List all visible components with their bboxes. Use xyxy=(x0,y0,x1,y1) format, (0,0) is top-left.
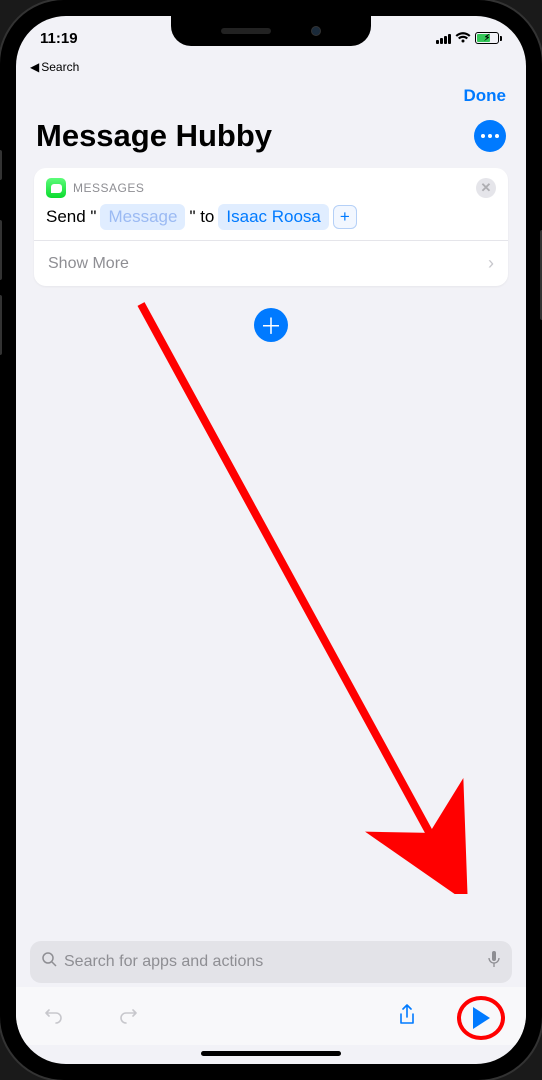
chevron-right-icon: › xyxy=(488,253,494,274)
bottom-toolbar xyxy=(16,987,526,1045)
annotation-highlight-circle xyxy=(457,996,505,1040)
annotation-arrow xyxy=(121,294,501,894)
wifi-icon xyxy=(455,32,471,44)
plus-icon: ＋ xyxy=(260,309,282,341)
remove-action-button[interactable]: ✕ xyxy=(476,178,496,198)
back-label: Search xyxy=(41,60,79,74)
ellipsis-icon xyxy=(481,134,499,138)
search-actions-input[interactable]: Search for apps and actions xyxy=(30,941,512,983)
share-button[interactable] xyxy=(398,1004,416,1032)
home-indicator[interactable] xyxy=(201,1051,341,1056)
undo-button[interactable] xyxy=(42,1005,64,1031)
send-message-action-card: MESSAGES ✕ Send " Message " to Isaac Roo… xyxy=(34,168,508,286)
add-action-button[interactable]: ＋ xyxy=(254,308,288,342)
add-recipient-button[interactable]: + xyxy=(333,205,357,229)
status-time: 11:19 xyxy=(40,30,78,47)
status-indicators: ⚡︎ xyxy=(436,32,502,44)
back-to-search[interactable]: ◀ Search xyxy=(16,60,526,74)
show-more-row[interactable]: Show More › xyxy=(34,241,508,286)
show-more-label: Show More xyxy=(48,255,129,273)
action-description: Send " Message " to Isaac Roosa + xyxy=(46,204,496,230)
more-options-button[interactable] xyxy=(474,120,506,152)
search-placeholder: Search for apps and actions xyxy=(64,953,481,971)
shortcut-title: Message Hubby xyxy=(36,118,272,154)
search-icon xyxy=(42,952,57,972)
messages-app-icon xyxy=(46,178,66,198)
run-shortcut-button[interactable] xyxy=(462,999,500,1037)
close-icon: ✕ xyxy=(481,180,492,196)
battery-icon: ⚡︎ xyxy=(475,32,502,44)
redo-button[interactable] xyxy=(118,1005,140,1031)
dictate-button[interactable] xyxy=(488,951,500,973)
back-chevron-icon: ◀ xyxy=(30,60,39,74)
message-field-token[interactable]: Message xyxy=(100,204,185,230)
done-button[interactable]: Done xyxy=(464,86,507,106)
recipient-token[interactable]: Isaac Roosa xyxy=(218,204,329,230)
app-label: MESSAGES xyxy=(73,181,144,195)
signal-icon xyxy=(436,33,451,44)
